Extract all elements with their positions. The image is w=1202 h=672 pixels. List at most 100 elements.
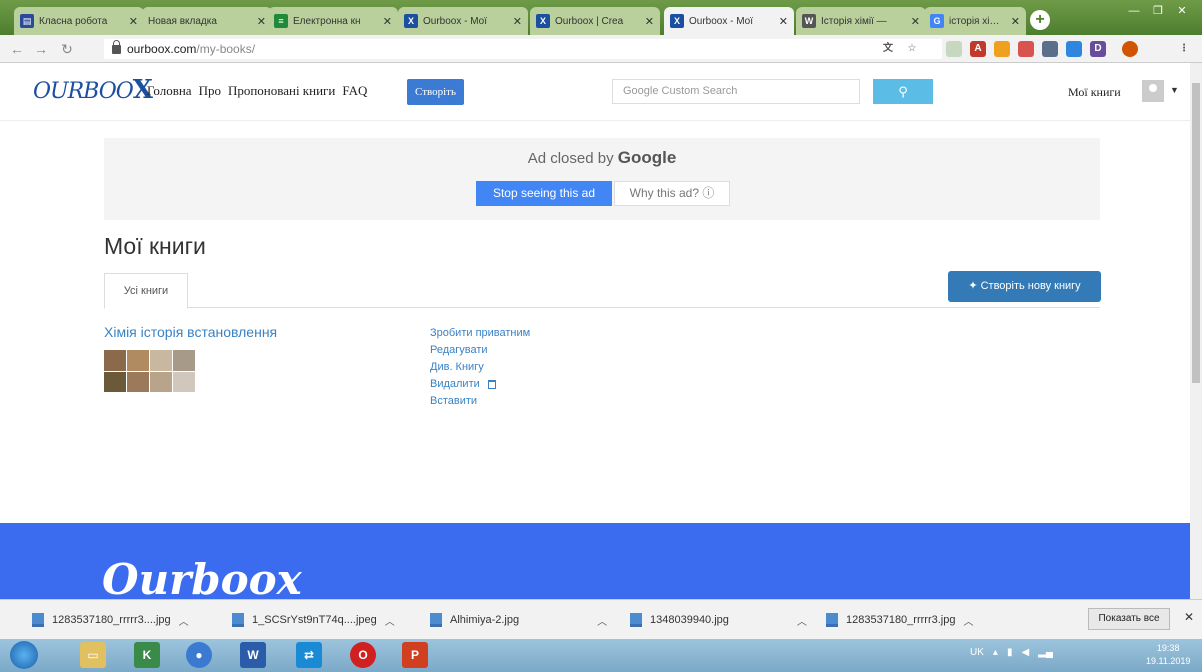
tray-arrow-icon[interactable]: ▴ [993,647,998,658]
word-icon[interactable]: W [240,642,266,668]
make-private-link[interactable]: Зробити приватним [430,327,530,339]
app-icon[interactable]: K [134,642,160,668]
forward-icon[interactable]: → [32,40,50,58]
download-filename: Alhimiya-2.jpg [450,614,520,626]
nav-faq[interactable]: FAQ [342,83,367,99]
extension-icon[interactable] [946,41,962,57]
close-tab-icon[interactable]: ✕ [383,15,392,28]
opera-icon[interactable]: O [350,642,376,668]
teamviewer-icon[interactable]: ⇄ [296,642,322,668]
why-this-ad-button[interactable]: Why this ad? ⓘ [614,181,730,206]
clock[interactable]: 19:38 19.11.2019 [1146,642,1190,668]
show-all-downloads-button[interactable]: Показать все [1088,608,1170,630]
download-filename: 1348039940.jpg [650,614,729,626]
ourboox-logo[interactable]: OURBOOX [33,75,153,105]
search-button[interactable]: ⚲ [873,79,933,104]
image-file-icon [826,613,838,627]
back-icon[interactable]: ← [8,40,26,58]
classroom-icon: ▤ [20,14,34,28]
system-tray: UK ▴ ▮ ◀ ▂▄ [970,647,1053,658]
adobe-icon[interactable]: A [970,41,986,57]
minimize-icon[interactable]: — [1122,2,1146,20]
url-input[interactable]: ourboox.com/my-books/ [104,39,942,59]
create-new-book-button[interactable]: ✦ Створіть нову книгу [948,271,1101,302]
extension-icon[interactable] [994,41,1010,57]
create-button[interactable]: Створіть [407,79,464,105]
browser-tab-1[interactable]: ▤ Класна робота ✕ [14,7,144,35]
tab-title: Ourboox - Мої [423,15,488,27]
close-tab-icon[interactable]: ✕ [779,15,788,28]
powerpoint-icon[interactable]: P [402,642,428,668]
view-book-link[interactable]: Див. Книгу [430,361,530,373]
chrome-icon[interactable]: ● [186,642,212,668]
book-title-link[interactable]: Хімія історія встановлення [104,324,277,340]
nav-home[interactable]: Головна [147,83,192,99]
menu-icon[interactable]: ⋮ [1176,41,1192,57]
delete-link[interactable]: Видалити [430,378,530,390]
chevron-down-icon[interactable]: ▼ [1170,85,1179,95]
network-icon[interactable]: ▮ [1007,647,1013,658]
browser-tab-3[interactable]: ≡ Електронна кн ✕ [268,7,398,35]
browser-tab-8[interactable]: G історія хімії - Г ✕ [924,7,1026,35]
chevron-up-icon[interactable]: ︿ [597,613,607,628]
scrollbar-thumb[interactable] [1192,83,1200,383]
download-filename: 1_SCSrYst9nT74q....jpeg [252,614,377,626]
close-tab-icon[interactable]: ✕ [645,15,654,28]
google-brand: Google [617,148,677,167]
tab-all-books[interactable]: Усі книги [104,273,188,309]
chevron-up-icon[interactable]: ︿ [797,613,807,628]
download-item-3[interactable]: Alhimiya-2.jpg ︿ [430,610,607,630]
download-item-1[interactable]: 1283537180_rrrrr3....jpg ︿ [32,610,189,630]
tab-title: історія хімії - Г [949,15,1006,27]
chevron-up-icon[interactable]: ︿ [963,613,973,628]
reload-icon[interactable]: ↻ [58,40,76,58]
chevron-up-icon[interactable]: ︿ [385,613,395,628]
download-filename: 1283537180_rrrrr3....jpg [52,614,171,626]
new-tab-button[interactable]: + [1030,10,1050,30]
close-tab-icon[interactable]: ✕ [129,15,138,28]
stop-seeing-ad-button[interactable]: Stop seeing this ad [476,181,612,206]
footer-logo: Ourboox [102,555,302,599]
browser-tab-7[interactable]: W Історія хімії — ✕ [796,7,926,35]
start-button[interactable] [10,641,38,669]
ourboox-icon: X [536,14,550,28]
file-explorer-icon[interactable]: ▭ [80,642,106,668]
maximize-icon[interactable]: ❐ [1146,2,1170,20]
nav-about[interactable]: Про [199,83,221,99]
chevron-up-icon[interactable]: ︿ [179,613,189,628]
close-tab-icon[interactable]: ✕ [257,15,266,28]
browser-tab-2[interactable]: Новая вкладка ✕ [142,7,272,35]
nav-featured-books[interactable]: Пропоновані книги [228,83,335,99]
translate-icon[interactable]: 文 [880,41,896,57]
extension-icon[interactable] [1042,41,1058,57]
browser-tab-6-active[interactable]: X Ourboox - Мої ✕ [664,7,794,35]
star-icon[interactable]: ☆ [904,41,920,57]
close-icon[interactable]: ✕ [1184,610,1194,624]
page-scrollbar[interactable] [1190,63,1202,599]
volume-icon[interactable]: ◀ [1021,647,1029,658]
extension-icon[interactable] [1018,41,1034,57]
download-item-4[interactable]: 1348039940.jpg ︿ [630,610,807,630]
tab-title: Ourboox - Мої [689,15,754,27]
download-item-2[interactable]: 1_SCSrYst9nT74q....jpeg ︿ [232,610,395,630]
close-tab-icon[interactable]: ✕ [1011,15,1020,28]
download-item-5[interactable]: 1283537180_rrrrr3.jpg ︿ [826,610,973,630]
close-tab-icon[interactable]: ✕ [911,15,920,28]
clock-date: 19.11.2019 [1146,656,1191,666]
browser-tab-5[interactable]: X Ourboox | Crea ✕ [530,7,660,35]
extension-icon[interactable]: D [1090,41,1106,57]
book-thumbnail[interactable] [104,350,195,392]
close-window-icon[interactable]: ✕ [1170,2,1194,20]
close-tab-icon[interactable]: ✕ [513,15,522,28]
language-indicator[interactable]: UK [970,647,984,658]
profile-icon[interactable] [1122,41,1138,57]
embed-link[interactable]: Вставити [430,395,530,407]
edit-link[interactable]: Редагувати [430,344,530,356]
search-input[interactable]: Google Custom Search [612,79,860,104]
ourboox-icon: X [670,14,684,28]
browser-tab-4[interactable]: X Ourboox - Мої ✕ [398,7,528,35]
avatar[interactable] [1142,80,1164,102]
extension-icon[interactable] [1066,41,1082,57]
my-books-link[interactable]: Мої книги [1068,85,1121,100]
signal-icon[interactable]: ▂▄ [1038,647,1053,658]
